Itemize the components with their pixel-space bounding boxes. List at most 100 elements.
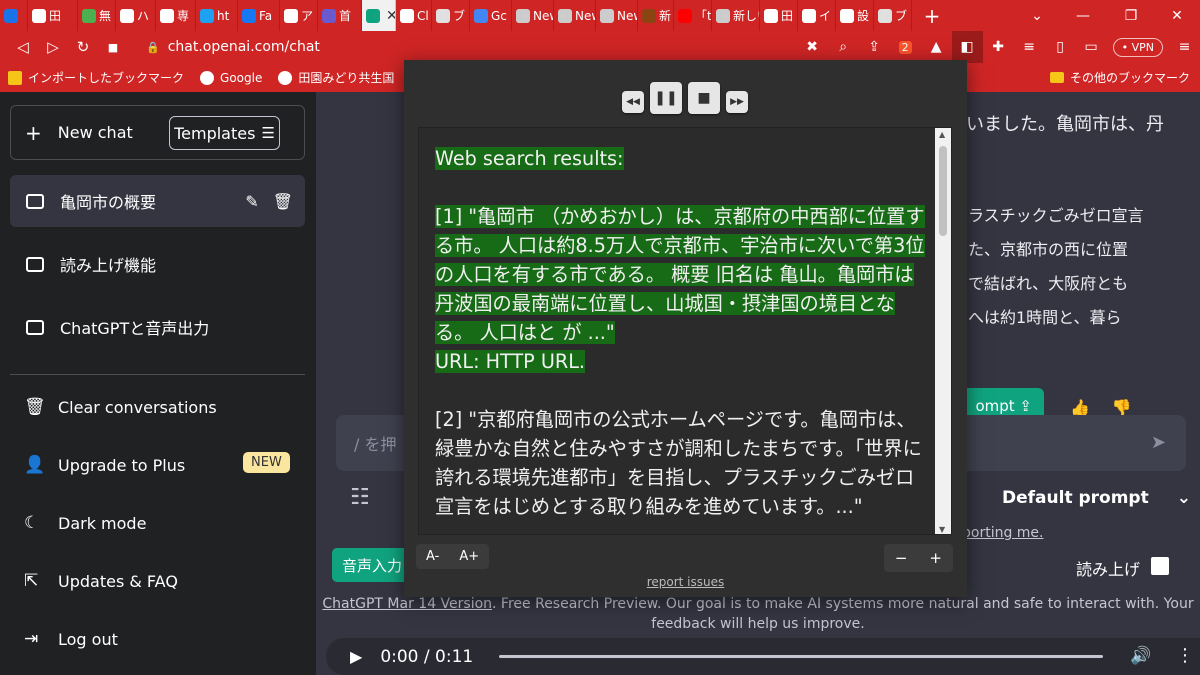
back-button[interactable]: ◁ (8, 32, 38, 62)
font-increase-button[interactable]: A+ (449, 544, 489, 569)
clear-conversations-button[interactable]: 🗑 Clear conversations (24, 397, 217, 417)
wallet-icon[interactable]: ▭ (1076, 31, 1107, 63)
new-tab-button[interactable]: + (918, 4, 946, 28)
supporting-link[interactable]: porting me. (962, 525, 1044, 541)
vpn-button[interactable]: • VPN (1112, 37, 1163, 57)
browser-tab[interactable]: New T (596, 0, 638, 31)
conversation-item-readout[interactable]: 読み上げ機能 (10, 238, 305, 290)
speed-decrease-button[interactable]: − (884, 544, 919, 572)
bookmark-icon[interactable]: ■ (98, 32, 128, 62)
rewind-icon[interactable]: ◀◀ (622, 91, 644, 113)
browser-tab[interactable]: New T (554, 0, 596, 31)
scroll-up-icon[interactable]: ▲ (939, 130, 945, 139)
brave-shield-icon[interactable]: 2 (890, 31, 921, 63)
forward-button[interactable]: ▷ (38, 32, 68, 62)
browser-tab[interactable]: 設 (836, 0, 874, 31)
dark-mode-button[interactable]: ☾ Dark mode (24, 513, 146, 533)
browser-tab[interactable]: ht (196, 0, 238, 31)
reader-text-panel[interactable]: Web search results: [1] "亀岡市 （かめおかし）は、京都… (418, 127, 952, 535)
browser-tab[interactable]: ブ (874, 0, 912, 31)
folder-icon (8, 70, 22, 85)
browser-tab[interactable]: 田 (28, 0, 78, 31)
other-bookmarks[interactable]: その他のブックマーク (1049, 63, 1190, 92)
send-icon[interactable]: ➤ (1151, 432, 1166, 453)
tab-label: 田 (781, 9, 794, 23)
pause-icon[interactable]: ❚❚ (650, 82, 682, 114)
templates-button[interactable]: Templates ☰ (169, 116, 280, 150)
reload-button[interactable]: ↻ (68, 32, 98, 62)
bookmark-item[interactable]: インポートしたブックマーク (0, 69, 192, 86)
user-icon: 👤 (24, 455, 46, 475)
browser-tab[interactable]: 新しい (712, 0, 760, 31)
bookmark-label: インポートしたブックマーク (28, 71, 185, 85)
scroll-down-icon[interactable]: ▼ (939, 525, 945, 534)
puzzle-icon[interactable]: ✚ (983, 31, 1014, 63)
updates-faq-link[interactable]: ⇱ Updates & FAQ (24, 571, 178, 591)
browser-tab[interactable]: Fa (238, 0, 280, 31)
close-window-button[interactable]: ✕ (1154, 0, 1200, 31)
scrollbar-thumb[interactable] (939, 146, 947, 236)
playlist-icon[interactable]: ≡ (1014, 31, 1045, 63)
fast-forward-icon[interactable]: ▶▶ (726, 91, 748, 113)
readout-checkbox[interactable] (1151, 557, 1169, 575)
stop-icon[interactable]: ■ (688, 82, 720, 114)
browser-tab[interactable]: 専 (156, 0, 196, 31)
browser-tab[interactable]: ハ (116, 0, 156, 31)
chat-bubble-icon (26, 256, 44, 272)
cast-icon[interactable]: ✖ (797, 31, 828, 63)
tab-favicon-icon (242, 8, 256, 23)
font-decrease-button[interactable]: A- (416, 544, 449, 569)
settings-sliders-icon[interactable]: ☷ (350, 485, 370, 510)
tab-close-icon[interactable]: ✕ (386, 8, 395, 24)
restore-button[interactable]: ❐ (1108, 0, 1154, 31)
edit-icon[interactable]: ✎ (245, 192, 258, 211)
tab-favicon-icon (764, 8, 778, 23)
tab-favicon-icon (4, 8, 18, 23)
minimize-button[interactable]: — (1060, 0, 1106, 31)
browser-tab[interactable] (0, 0, 28, 31)
tab-label: ハ (137, 9, 150, 23)
play-icon[interactable]: ▶ (350, 647, 362, 666)
conversation-item-voice[interactable]: ChatGPTと音声出力 (10, 301, 305, 353)
tab-search-dropdown[interactable]: ⌄ (1014, 0, 1060, 31)
more-options-icon[interactable]: ⋮ (1176, 645, 1194, 666)
browser-tab[interactable]: イ (798, 0, 836, 31)
browser-tab[interactable]: Cl (396, 0, 432, 31)
report-issues-link[interactable]: report issues (404, 575, 967, 589)
zoom-icon[interactable]: ⌕ (828, 31, 859, 63)
default-prompt-select[interactable]: Default prompt ⌄ (1002, 488, 1191, 508)
tab-label: New T (533, 8, 553, 23)
tab-label: ア (301, 9, 314, 23)
browser-tab[interactable]: ✕ (362, 0, 396, 31)
menu-icon[interactable]: ≡ (1169, 31, 1200, 63)
reader-extension-icon[interactable]: ◧ (951, 31, 983, 63)
browser-tab[interactable]: ブ (432, 0, 470, 31)
browser-tab[interactable]: 「t (674, 0, 712, 31)
audio-progress-track[interactable] (499, 655, 1103, 658)
share-icon[interactable]: ⇪ (859, 31, 890, 63)
tab-favicon-icon (160, 8, 174, 23)
bookmark-item[interactable]: Google (192, 70, 270, 85)
browser-tab[interactable]: 首 (318, 0, 362, 31)
version-link[interactable]: ChatGPT Mar 14 Version (322, 596, 492, 612)
brave-rewards-icon[interactable]: ▲ (921, 31, 952, 63)
browser-tab[interactable]: ア (280, 0, 318, 31)
bookmark-item[interactable]: 田園みどり共生国 (270, 69, 402, 86)
log-out-button[interactable]: ⇥ Log out (24, 629, 118, 649)
tab-label: New T (575, 8, 595, 23)
browser-tab[interactable]: Gc (470, 0, 512, 31)
sidebar-icon[interactable]: ▯ (1045, 31, 1076, 63)
tab-favicon-icon (366, 8, 380, 23)
upgrade-to-plus-button[interactable]: 👤 Upgrade to Plus (24, 455, 185, 475)
browser-tab[interactable]: 無 (78, 0, 116, 31)
speed-increase-button[interactable]: + (918, 544, 953, 572)
reader-scrollbar[interactable]: ▲ ▼ (935, 128, 951, 534)
delete-icon[interactable]: 🗑 (273, 192, 293, 211)
browser-tab[interactable]: 田 (760, 0, 798, 31)
voice-input-button[interactable]: 音声入力 (332, 548, 412, 582)
conversation-item-kameoka[interactable]: 亀岡市の概要 ✎ 🗑 (10, 175, 305, 227)
volume-icon[interactable]: 🔊 (1130, 646, 1151, 666)
new-chat-button[interactable]: + New chat Templates ☰ (10, 105, 305, 160)
browser-tab[interactable]: 新 (638, 0, 674, 31)
browser-tab[interactable]: New T (512, 0, 554, 31)
